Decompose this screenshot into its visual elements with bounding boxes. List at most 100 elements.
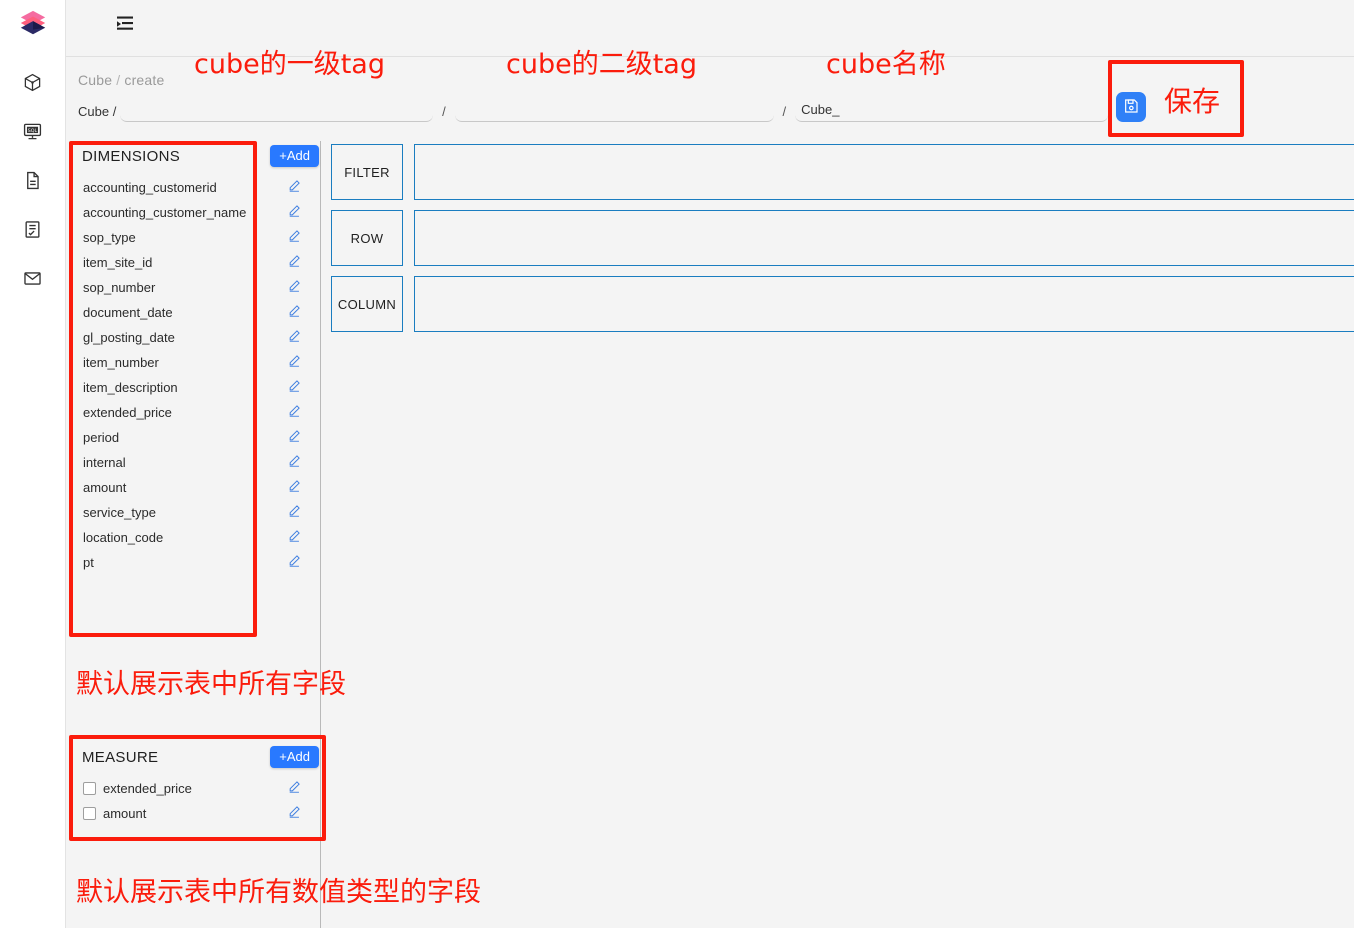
dimensions-section: DIMENSIONS +Add accounting_customeridacc… — [66, 141, 321, 575]
top-divider — [66, 56, 1354, 57]
dimension-label: item_number — [83, 355, 159, 370]
dimension-label: extended_price — [83, 405, 172, 420]
icon-rail: SQL — [0, 0, 66, 928]
column-label: COLUMN — [331, 276, 403, 332]
save-disk-icon — [1123, 98, 1139, 117]
measure-checkbox[interactable] — [83, 807, 96, 820]
cube-identity-row: Cube / / / — [78, 96, 1108, 122]
dimension-label: period — [83, 430, 120, 445]
pencil-edit-icon[interactable] — [288, 329, 301, 347]
dimension-row[interactable]: document_date — [66, 300, 321, 325]
add-dimension-button[interactable]: +Add — [270, 145, 319, 167]
dimension-row[interactable]: sop_type — [66, 225, 321, 250]
dimensions-header: DIMENSIONS +Add — [66, 141, 321, 175]
measure-label: amount — [103, 806, 147, 821]
sidebar-item-mail[interactable] — [16, 261, 50, 295]
add-measure-button[interactable]: +Add — [270, 746, 319, 768]
breadcrumb: Cube / create — [78, 72, 165, 88]
dimension-row[interactable]: location_code — [66, 525, 321, 550]
measure-section: MEASURE +Add extended_priceamount — [66, 742, 321, 826]
svg-text:SQL: SQL — [28, 127, 38, 133]
pencil-edit-icon[interactable] — [288, 429, 301, 447]
dimension-row[interactable]: amount — [66, 475, 321, 500]
pencil-edit-icon[interactable] — [288, 229, 301, 247]
panel-drag-handle[interactable]: ····· — [178, 730, 201, 740]
pencil-edit-icon[interactable] — [288, 179, 301, 197]
dimension-row[interactable]: gl_posting_date — [66, 325, 321, 350]
measure-header: MEASURE +Add — [66, 742, 321, 776]
dimension-row[interactable]: sop_number — [66, 275, 321, 300]
prism-logo-icon[interactable] — [18, 8, 48, 43]
breadcrumb-current: create — [124, 72, 165, 88]
row-label: ROW — [331, 210, 403, 266]
sidebar-item-document[interactable] — [16, 163, 50, 197]
dimensions-title: DIMENSIONS — [82, 148, 181, 165]
measure-row[interactable]: extended_price — [66, 776, 321, 801]
save-button[interactable] — [1116, 92, 1146, 122]
pencil-edit-icon[interactable] — [288, 379, 301, 397]
column-drop-area[interactable] — [414, 276, 1354, 332]
dimension-label: item_description — [83, 380, 178, 395]
dimension-label: internal — [83, 455, 126, 470]
pencil-edit-icon[interactable] — [288, 479, 301, 497]
pencil-edit-icon[interactable] — [288, 529, 301, 547]
pencil-edit-icon[interactable] — [288, 454, 301, 472]
row-drop-area[interactable] — [414, 210, 1354, 266]
pencil-edit-icon[interactable] — [288, 805, 301, 823]
pencil-edit-icon[interactable] — [288, 304, 301, 322]
collapse-sidebar-icon[interactable] — [112, 12, 138, 36]
dimension-row[interactable]: period — [66, 425, 321, 450]
dimension-row[interactable]: accounting_customer_name — [66, 200, 321, 225]
dimension-label: item_site_id — [83, 255, 153, 270]
measure-title: MEASURE — [82, 749, 159, 766]
pencil-edit-icon[interactable] — [288, 279, 301, 297]
pencil-edit-icon[interactable] — [288, 404, 301, 422]
annotation-save: 保存 — [1164, 85, 1221, 118]
pencil-edit-icon[interactable] — [288, 254, 301, 272]
cube-name-input[interactable] — [795, 100, 1108, 122]
top-bar — [66, 0, 1354, 48]
dimension-label: location_code — [83, 530, 164, 545]
dimension-label: accounting_customerid — [83, 180, 217, 195]
dimension-row[interactable]: accounting_customerid — [66, 175, 321, 200]
pencil-edit-icon[interactable] — [288, 554, 301, 572]
measure-list: extended_priceamount — [66, 776, 321, 826]
dimension-label: document_date — [83, 305, 173, 320]
filter-drop-row: FILTER — [331, 144, 1354, 200]
dimension-row[interactable]: item_description — [66, 375, 321, 400]
dimension-row[interactable]: item_site_id — [66, 250, 321, 275]
app-root: SQL Cube / create Cube / / / Cube_ DIMEN… — [0, 0, 1354, 928]
dimension-row[interactable]: item_number — [66, 350, 321, 375]
pencil-edit-icon[interactable] — [288, 780, 301, 798]
sidebar-item-sql[interactable]: SQL — [16, 114, 50, 148]
dimension-label: sop_number — [83, 280, 156, 295]
breadcrumb-root[interactable]: Cube — [78, 72, 112, 88]
filter-label: FILTER — [331, 144, 403, 200]
sidebar-item-cube[interactable] — [16, 65, 50, 99]
cube-prefix-label: Cube / — [78, 104, 117, 119]
dimension-label: amount — [83, 480, 127, 495]
dimension-row[interactable]: internal — [66, 450, 321, 475]
pencil-edit-icon[interactable] — [288, 204, 301, 222]
pencil-edit-icon[interactable] — [288, 354, 301, 372]
measure-checkbox[interactable] — [83, 782, 96, 795]
measure-row[interactable]: amount — [66, 801, 321, 826]
cube-level1-tag-input[interactable] — [120, 100, 434, 122]
measure-label: extended_price — [103, 781, 192, 796]
tag-separator-1: / — [442, 104, 446, 119]
dimension-row[interactable]: pt — [66, 550, 321, 575]
pencil-edit-icon[interactable] — [288, 504, 301, 522]
dimension-row[interactable]: extended_price — [66, 400, 321, 425]
dimension-label: pt — [83, 555, 94, 570]
cube-level2-tag-input[interactable] — [454, 100, 774, 122]
dimension-label: service_type — [83, 505, 156, 520]
filter-drop-area[interactable] — [414, 144, 1354, 200]
column-drop-row: COLUMN — [331, 276, 1354, 332]
tag-separator-2: / — [782, 104, 787, 119]
breadcrumb-separator: / — [116, 72, 121, 88]
sidebar-item-report[interactable] — [16, 212, 50, 246]
row-drop-row: ROW — [331, 210, 1354, 266]
dimension-row[interactable]: service_type — [66, 500, 321, 525]
field-panel: DIMENSIONS +Add accounting_customeridacc… — [66, 141, 321, 928]
dimension-label: sop_type — [83, 230, 136, 245]
